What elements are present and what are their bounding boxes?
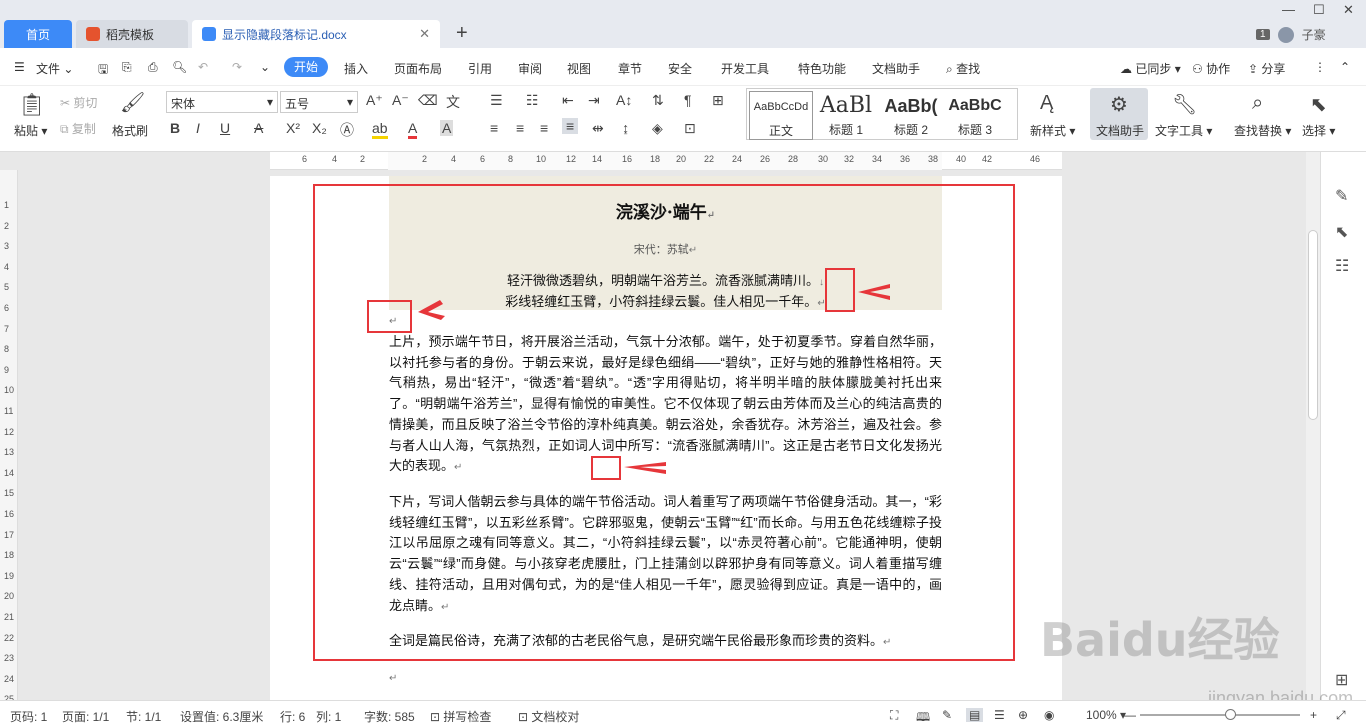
zoom-slider-knob[interactable]	[1225, 709, 1236, 720]
edit-mode-icon[interactable]: ✎	[942, 708, 952, 722]
arrow-icon	[624, 462, 666, 474]
arrow-icon	[858, 284, 890, 300]
web-view-icon[interactable]: ⊕	[1018, 708, 1028, 722]
vertical-scrollbar[interactable]	[1306, 152, 1320, 700]
status-bar: 页码: 1 页面: 1/1 节: 1/1 设置值: 6.3厘米 行: 6 列: …	[0, 700, 1366, 727]
fit-page-icon[interactable]: ⤢	[1336, 708, 1346, 723]
page-view-icon[interactable]: ▤	[966, 708, 984, 722]
zoom-level[interactable]: 100% ▾	[1086, 708, 1126, 722]
status-row[interactable]: 行: 6	[280, 708, 305, 725]
status-pages[interactable]: 页面: 1/1	[62, 708, 109, 725]
status-setting[interactable]: 设置值: 6.3厘米	[180, 708, 263, 725]
doc-proof-button[interactable]: ⊡ 文档校对	[518, 708, 579, 725]
status-page[interactable]: 页码: 1	[10, 708, 47, 725]
settings-sliders-icon[interactable]: ☷	[1335, 256, 1349, 276]
eye-care-icon[interactable]: ◉	[1044, 708, 1054, 722]
status-col[interactable]: 列: 1	[316, 708, 341, 725]
scrollbar-thumb[interactable]	[1308, 230, 1318, 420]
fullscreen-icon[interactable]: ⛶	[890, 708, 898, 723]
right-sidebar: ✎ ⬉ ☷ ⊞	[1320, 152, 1366, 700]
zoom-in-icon[interactable]: +	[1310, 708, 1317, 722]
zoom-out-icon[interactable]: —	[1124, 708, 1136, 722]
status-words[interactable]: 字数: 585	[364, 708, 415, 725]
spell-check-button[interactable]: ⊡ 拼写检查	[430, 708, 491, 725]
arrow-icon	[418, 300, 445, 320]
apps-grid-icon[interactable]: ⊞	[1335, 670, 1348, 690]
baidu-watermark: Baidu经验	[1040, 613, 1280, 667]
pointer-icon[interactable]: ⬉	[1335, 222, 1348, 242]
pen-icon[interactable]: ✎	[1335, 186, 1348, 206]
outline-view-icon[interactable]: ☰	[994, 708, 1005, 722]
zoom-slider[interactable]	[1140, 714, 1300, 716]
read-mode-icon[interactable]: 🕮︎	[916, 708, 930, 727]
status-section[interactable]: 节: 1/1	[126, 708, 161, 725]
